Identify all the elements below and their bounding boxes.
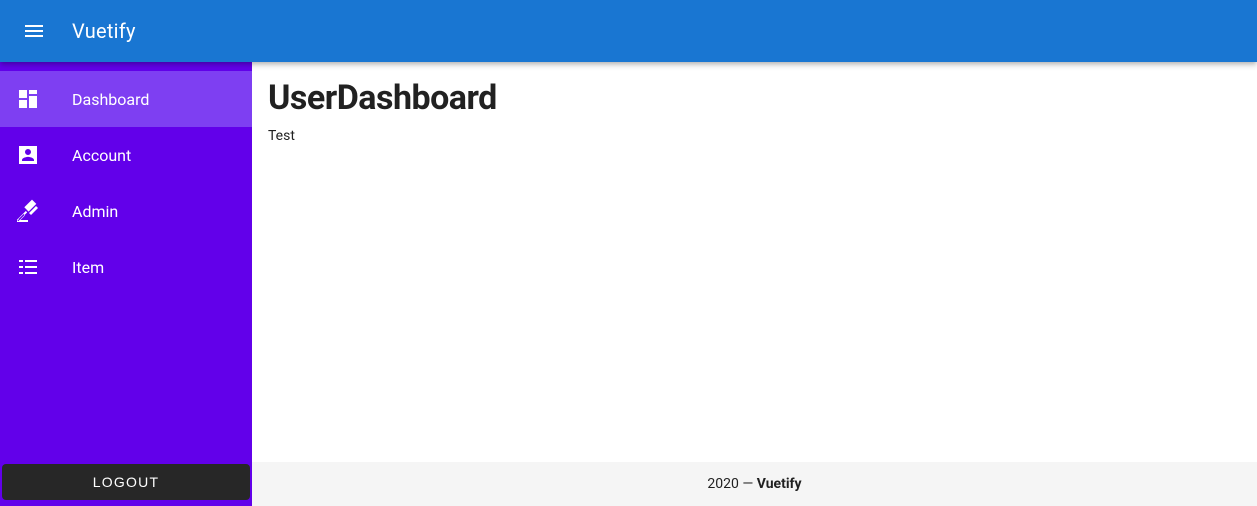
footer: 2020 — Vuetify — [252, 462, 1257, 506]
account-icon — [16, 143, 40, 167]
hamburger-icon — [22, 19, 46, 43]
sidebar-item-label: Account — [72, 146, 131, 165]
list-icon — [16, 255, 40, 279]
sidebar-item-label: Item — [72, 258, 104, 277]
sidebar: Dashboard Account Admin Item — [0, 62, 252, 506]
page-title: UserDashboard — [268, 78, 1241, 118]
content: UserDashboard Test — [252, 62, 1257, 462]
page-body: Test — [268, 128, 1241, 144]
gavel-icon — [16, 199, 40, 223]
main: UserDashboard Test 2020 — Vuetify — [252, 62, 1257, 506]
menu-button[interactable] — [16, 13, 52, 49]
toolbar-title: Vuetify — [72, 19, 136, 43]
app-bar: Vuetify — [0, 0, 1257, 62]
logout-button[interactable]: LOGOUT — [2, 464, 250, 500]
sidebar-item-dashboard[interactable]: Dashboard — [0, 71, 252, 127]
logout-label: LOGOUT — [93, 474, 160, 490]
sidebar-item-label: Dashboard — [72, 90, 149, 109]
sidebar-item-item[interactable]: Item — [0, 239, 252, 295]
footer-separator: — — [739, 476, 757, 492]
sidebar-item-account[interactable]: Account — [0, 127, 252, 183]
footer-brand: Vuetify — [757, 476, 802, 492]
footer-year: 2020 — [707, 476, 738, 492]
sidebar-item-label: Admin — [72, 202, 118, 221]
nav-list: Dashboard Account Admin Item — [0, 70, 252, 462]
sidebar-item-admin[interactable]: Admin — [0, 183, 252, 239]
dashboard-icon — [16, 87, 40, 111]
